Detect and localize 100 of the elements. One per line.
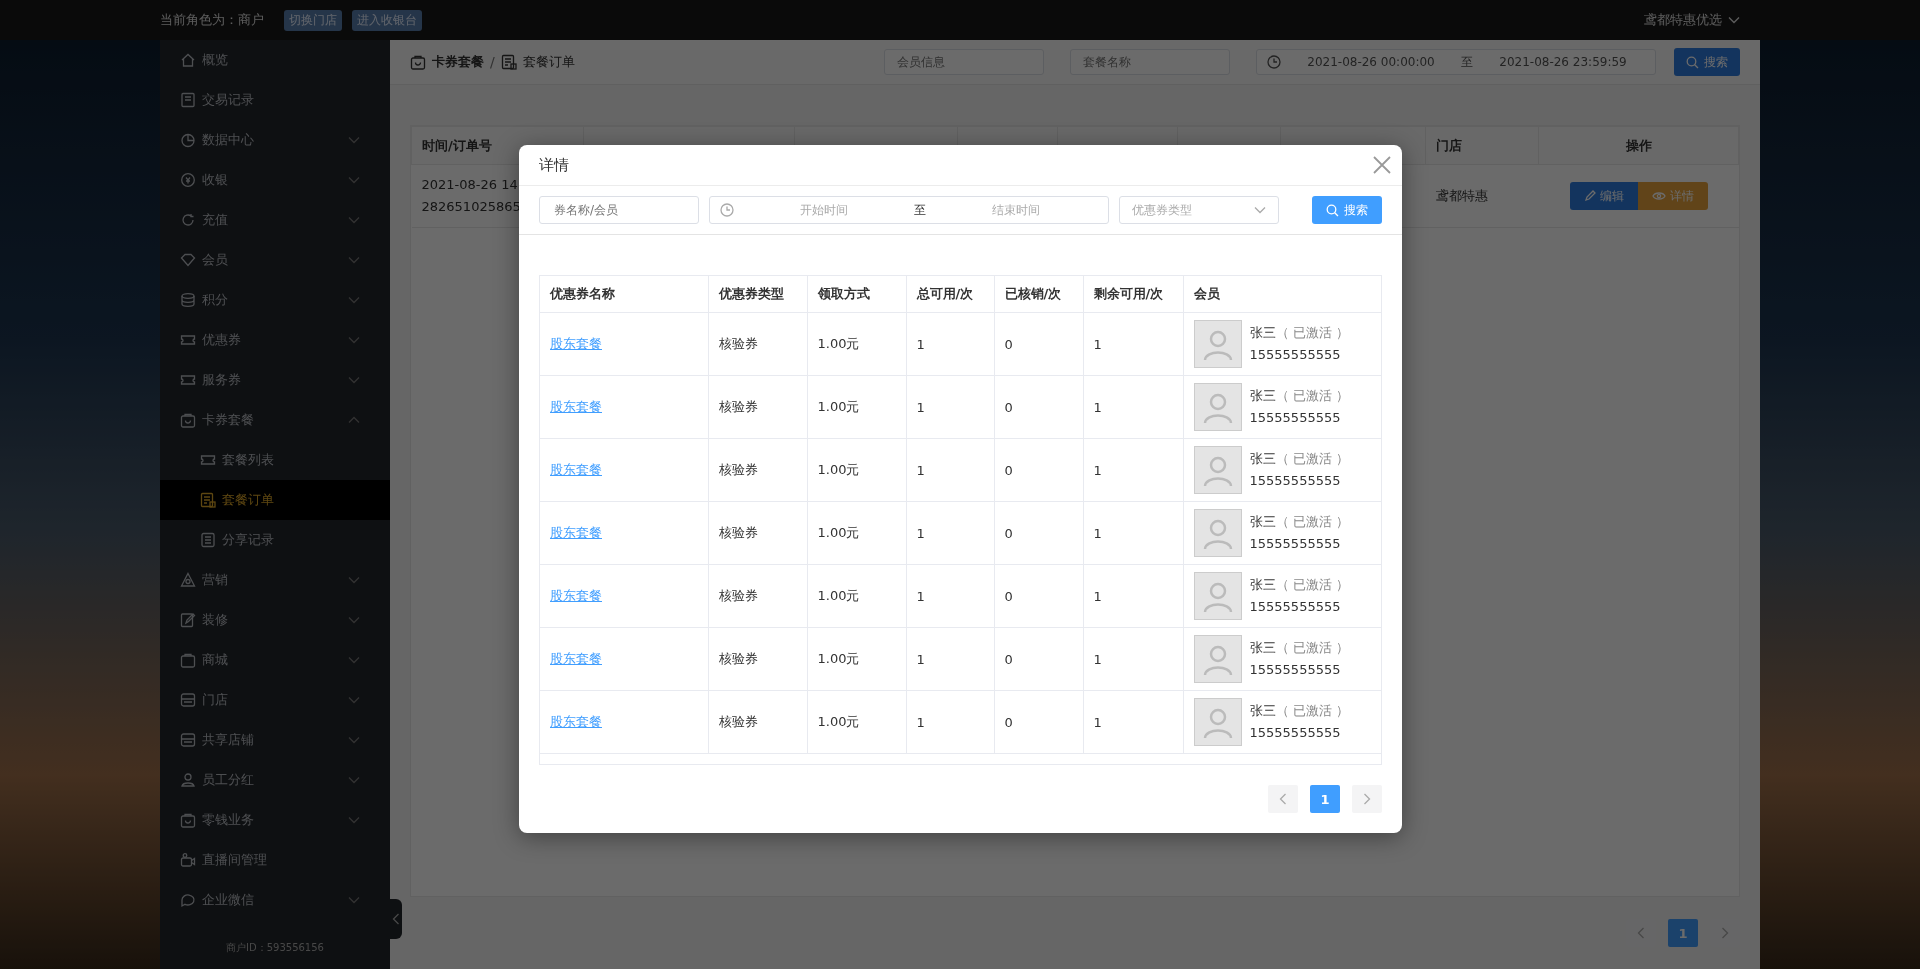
member-status: （ 已激活 ） [1275, 514, 1349, 529]
table-cell: 0 [994, 690, 1083, 754]
chevron-up-icon [348, 416, 360, 424]
pencil-icon [1583, 190, 1596, 202]
chevron-left-icon [392, 913, 400, 925]
chevron-down-icon [1728, 16, 1740, 24]
next-page-button[interactable] [1352, 785, 1382, 813]
clock-icon [720, 203, 734, 217]
document-icon [200, 492, 216, 508]
chevron-down-icon [348, 136, 360, 144]
column-header: 优惠券类型 [708, 276, 807, 313]
table-cell: 1.00元 [807, 501, 906, 565]
coupon-link[interactable]: 股东套餐 [550, 714, 602, 729]
avatar-placeholder [1193, 320, 1242, 368]
member-name: 张三 [1249, 514, 1276, 529]
table-cell: 1 [906, 375, 994, 439]
coin-icon [180, 172, 196, 188]
table-cell: 0 [994, 627, 1083, 691]
chevron-down-icon [348, 256, 360, 264]
breadcrumb-item[interactable]: 卡券套餐 [432, 53, 484, 71]
table-cell: 核验券 [708, 501, 807, 565]
member-name: 张三 [1249, 325, 1276, 340]
sidebar-subitem[interactable]: 套餐订单 [160, 480, 390, 520]
search-icon [1326, 203, 1339, 217]
ticket-icon [180, 372, 196, 388]
page-button[interactable]: 1 [1310, 785, 1340, 813]
coupon-link[interactable]: 股东套餐 [550, 588, 602, 603]
date-range-field[interactable]: 开始时间 至 结束时间 [709, 196, 1109, 224]
column-header: 门店 [1425, 126, 1539, 165]
page-button[interactable]: 1 [1668, 919, 1698, 947]
member-status: （ 已激活 ） [1275, 703, 1349, 718]
table-cell: 1 [906, 627, 994, 691]
chevron-down-icon [348, 376, 360, 384]
close-button[interactable] [1372, 155, 1392, 175]
ticket-icon [200, 452, 216, 468]
chevron-down-icon [348, 616, 360, 624]
table-cell: 0 [994, 564, 1083, 628]
coupon-type-select[interactable]: 优惠券类型 [1119, 196, 1279, 224]
member-status: （ 已激活 ） [1275, 577, 1349, 592]
column-header: 总可用/次 [906, 276, 994, 313]
table-cell: 1 [906, 690, 994, 754]
document-icon [500, 54, 517, 70]
previous-page-button[interactable] [1268, 785, 1298, 813]
bag-icon [180, 652, 196, 668]
chevron-down-icon [348, 296, 360, 304]
collapse-handle[interactable] [390, 899, 402, 939]
member-phone: 15555555555 [1249, 724, 1342, 742]
table-cell: 1.00元 [807, 627, 906, 691]
table-cell: 1.00元 [807, 312, 906, 376]
table-cell: 核验券 [708, 438, 807, 502]
coupon-link[interactable]: 股东套餐 [550, 462, 602, 477]
avatar-placeholder [1193, 635, 1242, 683]
chevron-left-icon [1637, 927, 1645, 939]
member-status: （ 已激活 ） [1275, 325, 1349, 340]
chevron-down-icon [348, 816, 360, 824]
sidebar-item[interactable]: 企业微信 [160, 880, 390, 920]
column-header: 领取方式 [807, 276, 906, 313]
member-name: 张三 [1249, 388, 1276, 403]
member-name: 张三 [1249, 703, 1276, 718]
table-cell: 1 [1083, 690, 1183, 754]
table-cell: 0 [994, 312, 1083, 376]
detail-button[interactable]: 详情 [1637, 182, 1708, 210]
triangle-icon [180, 572, 196, 588]
search-icon [1686, 55, 1699, 69]
member-phone: 15555555555 [1249, 535, 1342, 553]
chevron-down-icon [348, 576, 360, 584]
member-phone: 15555555555 [1249, 661, 1342, 679]
chevron-down-icon [348, 176, 360, 184]
member-phone: 15555555555 [1249, 472, 1342, 490]
member-phone: 15555555555 [1249, 346, 1342, 364]
table-cell: 1.00元 [807, 375, 906, 439]
table-cell: 1 [1083, 501, 1183, 565]
chevron-down-icon [348, 776, 360, 784]
coupon-link[interactable]: 股东套餐 [550, 525, 602, 540]
search-button[interactable]: 搜索 [1674, 48, 1740, 76]
search-button[interactable]: 搜索 [1312, 196, 1382, 224]
member-status: （ 已激活 ） [1275, 451, 1349, 466]
chevron-down-icon [348, 216, 360, 224]
name-search-field[interactable]: 券名称/会员 [539, 196, 699, 224]
receipt-icon [180, 92, 196, 108]
store-name[interactable]: 鸢都特惠优选 [1644, 11, 1722, 29]
sidebar-item[interactable]: 充值 [160, 200, 390, 240]
edit-button[interactable]: 编辑 [1569, 182, 1638, 210]
role-label: 当前角色为：商户 [160, 11, 264, 29]
table-cell: 0 [994, 438, 1083, 502]
coupon-link[interactable]: 股东套餐 [550, 651, 602, 666]
chevron-down-icon [348, 656, 360, 664]
coupon-link[interactable]: 股东套餐 [550, 399, 602, 414]
member-status: （ 已激活 ） [1275, 388, 1349, 403]
list-icon [200, 532, 216, 548]
table-cell: 1 [1083, 375, 1183, 439]
table-cell: 1 [906, 438, 994, 502]
chevron-right-icon [1721, 927, 1729, 939]
sidebar-subitem[interactable]: 套餐列表 [160, 440, 390, 480]
date-range-field[interactable]: 2021-08-26 00:00:00 至 2021-08-26 23:59:59 [1256, 49, 1656, 75]
avatar-placeholder [1193, 446, 1242, 494]
coupon-link[interactable]: 股东套餐 [550, 336, 602, 351]
chevron-down-icon [1254, 206, 1266, 214]
avatar-placeholder [1193, 572, 1242, 620]
sidebar-item[interactable]: 零钱业务 [160, 800, 390, 840]
